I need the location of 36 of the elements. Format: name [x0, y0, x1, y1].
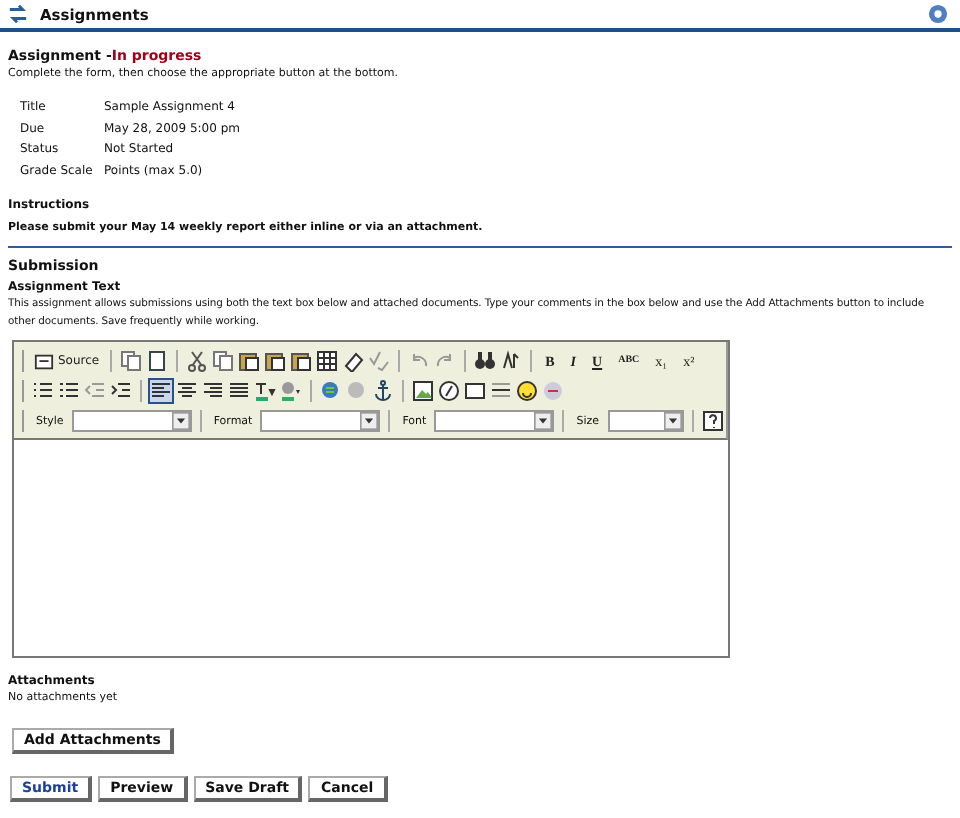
scissors-icon[interactable]: [185, 350, 208, 373]
align-left-icon[interactable]: [150, 380, 172, 403]
justify-icon[interactable]: [228, 380, 250, 403]
dropdown-field[interactable]: [260, 410, 381, 433]
align-center-icon[interactable]: [176, 380, 198, 403]
text-color-icon[interactable]: [254, 380, 276, 403]
page-icon[interactable]: [145, 350, 168, 373]
logo-icon: [8, 4, 28, 24]
table-grid-icon[interactable]: [315, 350, 338, 373]
indent-icon[interactable]: [110, 380, 132, 403]
bulleted-list-icon[interactable]: [58, 380, 80, 403]
clipboard-icon[interactable]: [263, 350, 286, 373]
horizontal-rule-icon[interactable]: [490, 380, 512, 403]
numbered-list-icon[interactable]: [32, 380, 54, 403]
rectangle-icon[interactable]: [464, 380, 486, 403]
caret-icon: [171, 412, 190, 431]
copy-pages-icon[interactable]: [211, 350, 234, 373]
dropdown-field[interactable]: [71, 410, 192, 433]
caret-icon: [534, 412, 553, 431]
anchor-icon[interactable]: [372, 380, 394, 403]
page-icon: [34, 351, 54, 372]
align-right-icon[interactable]: [202, 380, 224, 403]
caret-icon: [360, 412, 379, 431]
binoculars-icon[interactable]: [473, 350, 496, 373]
smiley-icon[interactable]: [516, 380, 538, 403]
picture-icon[interactable]: [412, 380, 434, 403]
clipboard-icon[interactable]: [237, 350, 260, 373]
check-letters-icon[interactable]: [367, 350, 390, 373]
circle-icon[interactable]: [438, 380, 460, 403]
eraser-icon[interactable]: [341, 350, 364, 373]
dropdown-field[interactable]: [607, 410, 683, 433]
caret-icon: [663, 412, 681, 431]
clipboard-icon[interactable]: [289, 350, 312, 373]
dropdown-field[interactable]: [434, 410, 555, 433]
copy-pages-icon[interactable]: [119, 350, 142, 373]
background-color-icon[interactable]: [280, 380, 302, 403]
